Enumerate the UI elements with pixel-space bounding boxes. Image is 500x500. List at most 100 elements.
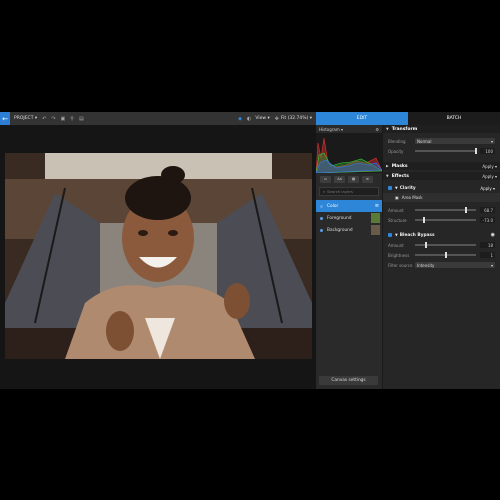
fit-icon[interactable]: ✥ — [275, 116, 279, 122]
mask-icon: ▣ — [395, 195, 399, 200]
clarity-effect-header[interactable]: ▼ Clarity Apply ▾ — [383, 183, 500, 193]
layer-dot-icon — [320, 204, 323, 208]
collapse-icon: ▼ — [395, 186, 398, 190]
section-title: Masks — [391, 163, 408, 169]
layers-panel: Histogram ▾ ⚙ ▭ Aa ▦ ≡ ⌕ Search layers C… — [316, 125, 383, 389]
area-mask-row[interactable]: ▣ Area Mask — [383, 193, 500, 202]
blending-label: Blending — [388, 138, 406, 144]
brightness-slider[interactable] — [415, 252, 476, 258]
view-menu[interactable]: View ▾ — [255, 116, 269, 121]
layer-label: Foreground — [327, 215, 352, 221]
slider-knob[interactable] — [422, 217, 425, 223]
settings-gear-icon[interactable]: ⚙ — [375, 127, 379, 132]
histogram-header: Histogram ▾ ⚙ — [316, 125, 382, 133]
search-input[interactable]: ⌕ Search layers — [319, 187, 379, 196]
layer-thumbnail — [371, 225, 380, 235]
structure-value[interactable]: -73.0 — [480, 217, 495, 223]
structure-slider[interactable] — [415, 217, 476, 223]
effects-apply-button[interactable]: Apply ▾ — [482, 174, 497, 179]
bleach-bypass-header[interactable]: ▼ Bleach Bypass ◉ — [383, 230, 500, 240]
collapse-icon: ▼ — [395, 233, 398, 237]
tab-edit[interactable]: EDIT — [316, 112, 408, 125]
stack-icon[interactable]: ≡ — [362, 176, 373, 183]
effects-section[interactable]: ▼ Effects Apply ▾ — [383, 172, 500, 180]
image-icon[interactable]: ▣ — [61, 116, 66, 122]
slider-knob[interactable] — [444, 252, 447, 258]
mode-tabs: EDIT BATCH — [316, 112, 500, 125]
search-placeholder: Search layers — [327, 189, 353, 194]
search-icon: ⌕ — [323, 189, 326, 194]
clarity-amount-slider[interactable] — [415, 207, 476, 213]
clarity-amount-value[interactable]: 68.7 — [480, 207, 495, 213]
opacity-row: Opacity 100 — [383, 146, 500, 156]
expand-icon: ▶ — [386, 164, 389, 168]
top-toolbar: ← PROJECT ▾ ↶ ↷ ▣ ⚲ ▤ ◆ ◐ View ▾ ✥ Fit (… — [0, 112, 316, 125]
bleach-amount-row: Amount 18 — [383, 240, 500, 250]
clarity-structure-row: Structure -73.0 — [383, 215, 500, 225]
undo-icon[interactable]: ↶ — [42, 116, 46, 122]
bleach-amount-slider[interactable] — [415, 242, 476, 248]
slider-knob[interactable] — [465, 207, 468, 213]
opacity-label: Opacity — [388, 148, 404, 154]
slider-knob[interactable] — [475, 148, 477, 154]
blending-dropdown[interactable]: Normal ▾ — [415, 138, 495, 144]
histogram-label[interactable]: Histogram ▾ — [319, 127, 343, 132]
layer-item-foreground[interactable]: Foreground — [316, 212, 382, 224]
zoom-menu[interactable]: Fit (32.74%) ▾ — [281, 116, 312, 121]
export-icon[interactable]: ▤ — [79, 116, 84, 122]
pin-icon[interactable]: ⚲ — [70, 116, 74, 122]
clarity-title: Clarity — [399, 185, 416, 191]
brightness-label: Brightness — [388, 252, 410, 258]
redo-icon[interactable]: ↷ — [51, 116, 55, 122]
layer-item-background[interactable]: Background — [316, 224, 382, 236]
bleach-checkbox[interactable] — [388, 233, 392, 237]
canvas-settings-button[interactable]: Canvas settings — [319, 376, 378, 385]
reset-icon[interactable]: ◉ — [491, 232, 495, 238]
app-window: ← PROJECT ▾ ↶ ↷ ▣ ⚲ ▤ ◆ ◐ View ▾ ✥ Fit (… — [0, 112, 500, 389]
filter-source-dropdown[interactable]: Intensity ▾ — [415, 262, 495, 268]
bleach-amount-value[interactable]: 18 — [480, 242, 495, 248]
layer-label: Color — [327, 203, 339, 209]
layer-tools: ▭ Aa ▦ ≡ — [316, 173, 382, 186]
bleach-title: Bleach Bypass — [399, 232, 435, 238]
section-title: Transform — [391, 126, 418, 132]
transform-section[interactable]: ▼ Transform — [383, 125, 500, 133]
compare-icon[interactable]: ◐ — [247, 116, 251, 122]
layer-item-color[interactable]: Color ≡ — [316, 200, 382, 212]
layer-dot-icon — [320, 228, 323, 232]
properties-panel: ▼ Transform Blending Normal ▾ Opacity 10… — [383, 125, 500, 389]
tab-batch[interactable]: BATCH — [408, 112, 500, 125]
clarity-checkbox[interactable] — [388, 186, 392, 190]
collapse-icon: ▼ — [386, 127, 389, 131]
layer-menu-icon[interactable]: ≡ — [375, 203, 379, 209]
layer-thumbnail — [371, 213, 380, 223]
brightness-value[interactable]: 1 — [480, 252, 495, 258]
slider-knob[interactable] — [424, 242, 427, 248]
chevron-down-icon: ▾ — [490, 138, 493, 144]
section-title: Effects — [391, 173, 409, 179]
area-mask-label: Area Mask — [401, 195, 423, 200]
project-menu[interactable]: PROJECT ▾ — [14, 116, 37, 121]
opacity-value[interactable]: 100 — [480, 148, 495, 154]
portrait-photo — [5, 153, 312, 359]
filter-source-label: Filter source — [388, 262, 413, 268]
back-arrow-icon[interactable]: ← — [0, 112, 10, 125]
masks-apply-button[interactable]: Apply ▾ — [482, 164, 497, 169]
layer-tool-icon[interactable]: ▭ — [320, 176, 331, 183]
image-canvas[interactable] — [0, 125, 316, 389]
amount-label: Amount — [388, 242, 404, 248]
select-icon[interactable]: ◆ — [238, 116, 242, 122]
clarity-amount-row: Amount 68.7 — [383, 205, 500, 215]
opacity-slider[interactable] — [415, 148, 477, 154]
duplicate-icon[interactable]: ▦ — [348, 176, 359, 183]
blending-value: Normal — [417, 138, 432, 144]
brightness-row: Brightness 1 — [383, 250, 500, 260]
amount-label: Amount — [388, 207, 404, 213]
filter-source-value: Intensity — [417, 262, 435, 268]
blending-row: Blending Normal ▾ — [383, 136, 500, 146]
masks-section[interactable]: ▶ Masks Apply ▾ — [383, 162, 500, 170]
collapse-icon: ▼ — [386, 174, 389, 178]
clarity-apply-button[interactable]: Apply ▾ — [480, 186, 495, 191]
histogram-chart — [316, 133, 382, 173]
text-layer-button[interactable]: Aa — [334, 176, 345, 183]
